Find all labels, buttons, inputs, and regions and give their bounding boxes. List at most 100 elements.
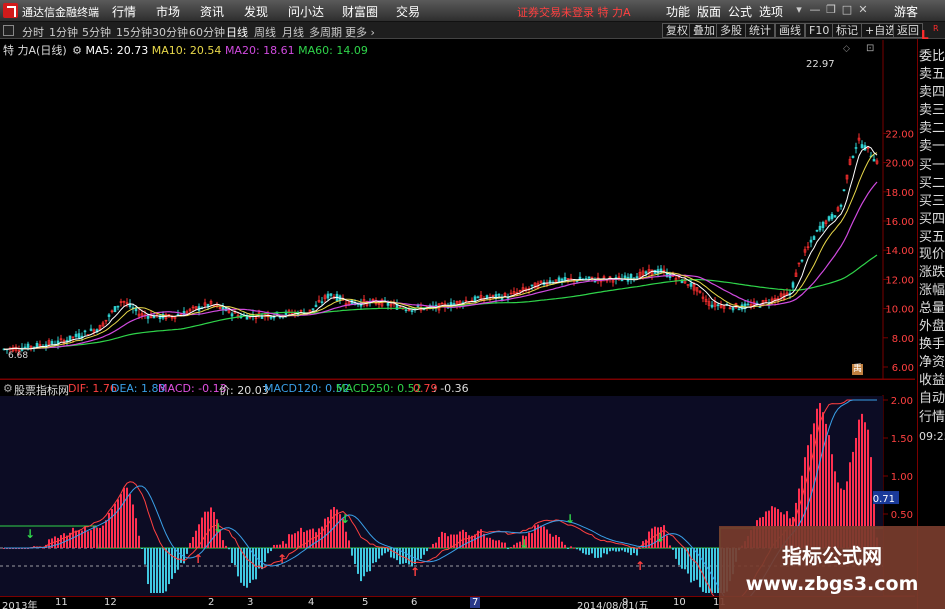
candle-body <box>557 277 561 283</box>
macd-bar <box>633 548 635 554</box>
sidebar-item[interactable]: 09:25 <box>919 428 945 446</box>
chart-diamond-icon[interactable]: ◇ <box>843 44 850 54</box>
tool-adjust[interactable]: 复权 <box>662 23 692 38</box>
trade-notice[interactable]: 证券交易未登录 特 力A <box>517 4 631 20</box>
macd-bar <box>222 540 224 548</box>
sidebar-item: 买三 <box>919 194 945 209</box>
sidebar-item: 外盘 <box>919 319 945 334</box>
macd-bar <box>621 548 623 551</box>
menu-trade[interactable]: 交易 <box>396 3 420 20</box>
period-5min[interactable]: 5分钟 <box>82 24 111 40</box>
macd-bar <box>123 487 125 548</box>
tool-back[interactable]: 返回 <box>893 23 923 38</box>
period-30min[interactable]: 30分钟 <box>152 24 188 40</box>
period-weekly[interactable]: 周线 <box>254 24 276 40</box>
maximize-icon[interactable]: □ <box>840 4 854 17</box>
period-daily[interactable]: 日线 <box>226 24 248 40</box>
chart-collapse-icon[interactable]: ⊡ <box>866 43 874 54</box>
restore-icon[interactable]: ❐ <box>824 4 838 17</box>
candle-body <box>833 215 837 218</box>
signal-arrow-icon: ↑ <box>277 552 287 566</box>
macd-bar <box>324 518 326 548</box>
sidebar-tab-l[interactable]: L <box>921 28 929 42</box>
candle-body <box>746 303 750 306</box>
sidebar-item[interactable]: 行情 <box>919 409 945 427</box>
price-tick-label: 14.00 <box>885 246 914 257</box>
x-tick: 10 <box>673 597 686 608</box>
event-marker-icon[interactable]: 禹 <box>852 364 863 375</box>
menu-market[interactable]: 市场 <box>156 3 180 20</box>
period-multi[interactable]: 多周期 <box>309 24 342 40</box>
candle-body <box>815 229 819 232</box>
skin-icon[interactable]: ▾ <box>792 4 806 17</box>
macd-bar <box>576 548 578 550</box>
macd-bar <box>93 526 95 548</box>
x-tick: 4 <box>308 597 315 608</box>
tool-stats[interactable]: 统计 <box>745 23 775 38</box>
price-tick-label: 8.00 <box>892 334 914 345</box>
menu-discover[interactable]: 发现 <box>244 3 268 20</box>
macd-bar <box>291 534 293 548</box>
tool-mark[interactable]: 标记 <box>832 23 862 38</box>
candle-body <box>23 346 27 349</box>
indicator-settings-icon[interactable]: ⚙ <box>3 382 13 395</box>
menu-formula[interactable]: 公式 <box>728 3 752 20</box>
macd-bar <box>690 548 692 583</box>
macd-bar <box>501 542 503 548</box>
macd-bar <box>489 537 491 548</box>
minimize-icon[interactable]: — <box>808 4 822 17</box>
macd-bar <box>606 548 608 555</box>
price-tick-label: 22.00 <box>885 129 914 140</box>
macd-bar <box>495 540 497 548</box>
macd-bar <box>588 548 590 555</box>
macd-bar <box>507 548 509 550</box>
guest-label[interactable]: 游客 <box>894 3 918 20</box>
macd-bar <box>57 537 59 548</box>
candle-body <box>842 189 846 191</box>
tool-overlay[interactable]: 叠加 <box>689 23 719 38</box>
macd-bar <box>579 548 581 551</box>
stock-name[interactable]: 特 力A <box>3 44 36 57</box>
close-icon[interactable]: ✕ <box>856 4 870 17</box>
macd-bar <box>171 548 173 579</box>
sidebar-tab-r[interactable]: R <box>933 24 939 33</box>
macd-bar <box>225 545 227 548</box>
macd-bar <box>99 527 101 548</box>
chart-area[interactable]: 22.00 20.00 18.00 16.00 14.00 12.00 10.00 8.00 6… <box>0 39 915 609</box>
macd-bar <box>264 548 266 562</box>
period-more[interactable]: 更多 › <box>345 24 375 40</box>
kline-chart[interactable]: 22.0020.0018.0016.0014.0012.0010.008.006… <box>0 39 915 609</box>
menu-news[interactable]: 资讯 <box>200 3 224 20</box>
toolbar-checkbox[interactable] <box>3 25 14 36</box>
candle-body <box>818 225 822 231</box>
period-15min[interactable]: 15分钟 <box>116 24 152 40</box>
indicator-name[interactable]: 股票指标网 <box>14 382 69 398</box>
candle-body <box>77 333 81 339</box>
period-1min[interactable]: 1分钟 <box>49 24 78 40</box>
menu-quotes[interactable]: 行情 <box>112 3 136 20</box>
macd-bar <box>594 548 596 558</box>
macd-bar <box>105 520 107 548</box>
macd-bar <box>516 542 518 548</box>
macd-bar <box>549 533 551 548</box>
period-intraday[interactable]: 分时 <box>22 24 44 40</box>
sidebar-item[interactable]: 自动 <box>919 390 945 408</box>
period-monthly[interactable]: 月线 <box>282 24 304 40</box>
tool-multi-stock[interactable]: 多股 <box>716 23 746 38</box>
menu-options[interactable]: 选项 <box>759 3 783 20</box>
period-60min[interactable]: 60分钟 <box>189 24 225 40</box>
price-tick-label: 20.00 <box>885 159 914 170</box>
title-bar: 通达信金融终端 行情 市场 资讯 发现 问小达 财富圈 交易 证券交易未登录 特… <box>0 0 945 22</box>
menu-wealth[interactable]: 财富圈 <box>342 3 378 20</box>
tool-draw[interactable]: 画线 <box>775 23 805 38</box>
menu-layout[interactable]: 版面 <box>697 3 721 20</box>
macd-bar <box>456 534 458 548</box>
candle-body <box>74 333 78 337</box>
macd-bar <box>231 548 233 563</box>
menu-function[interactable]: 功能 <box>666 3 690 20</box>
candle-body <box>107 314 111 317</box>
macd-bar <box>111 509 113 548</box>
settings-gear-icon[interactable]: ⚙ <box>72 44 82 57</box>
menu-ask[interactable]: 问小达 <box>288 3 324 20</box>
tool-f10[interactable]: F10 <box>805 23 834 38</box>
